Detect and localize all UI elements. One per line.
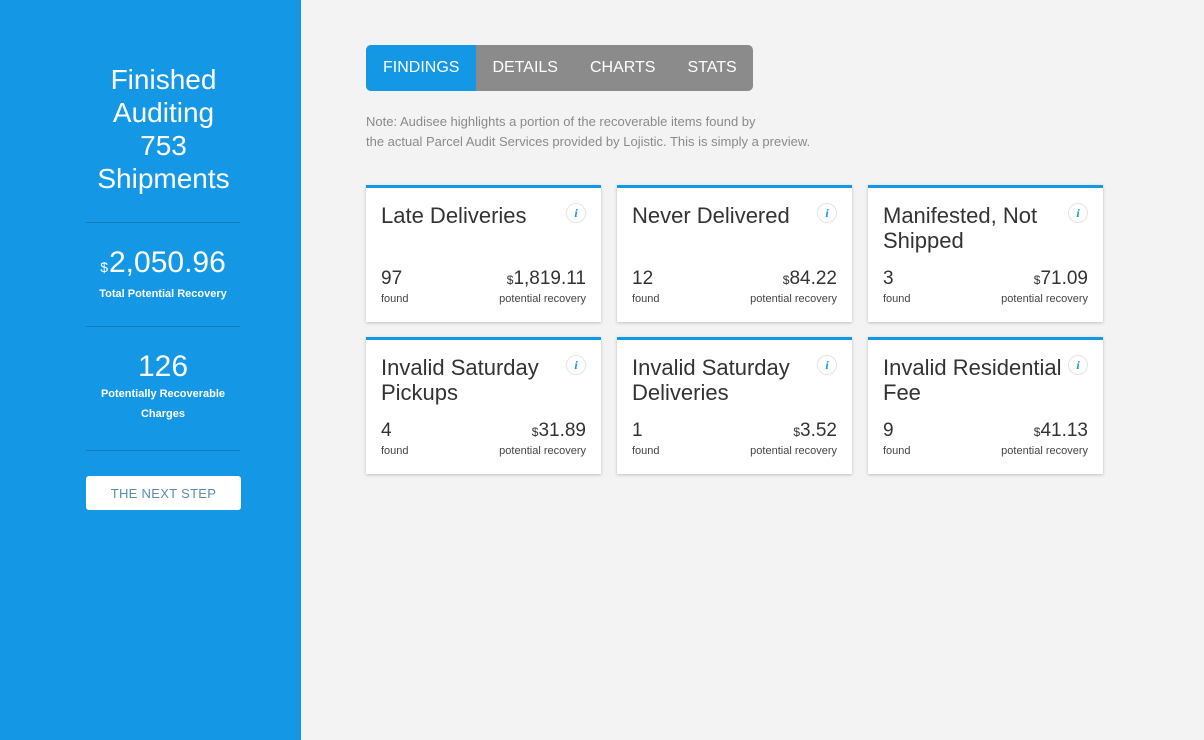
recovery-amount: $3.52 (793, 420, 837, 443)
total-recovery-value: $2,050.96 (86, 246, 240, 284)
recovery-amount: $31.89 (532, 420, 586, 443)
finding-card-invalid-saturday-pickups[interactable]: Invalid Saturday Pickups i 4 found $31.8… (366, 337, 601, 474)
recovery-label: potential recovery (1001, 445, 1088, 457)
found-label: found (381, 445, 409, 457)
total-recovery-amount: 2,050.96 (109, 246, 226, 279)
sidebar-divider (86, 326, 240, 327)
recovery-amount: $84.22 (783, 268, 837, 291)
found-count: 1 (632, 420, 643, 441)
found-label: found (632, 445, 660, 457)
sidebar-divider (86, 222, 240, 223)
found-count: 4 (381, 420, 392, 441)
total-recovery-summary: $2,050.96 Total Potential Recovery (86, 246, 240, 304)
recovery-value: 1,819.11 (513, 268, 586, 289)
recovery-label: potential recovery (750, 445, 837, 457)
info-icon[interactable]: i (817, 203, 837, 223)
card-title-line: Manifested, Not (883, 203, 1038, 228)
found-label: found (883, 293, 911, 305)
currency-symbol: $ (100, 259, 108, 275)
card-title-line: Shipped (883, 228, 964, 253)
found-label: found (883, 445, 911, 457)
recovery-label: potential recovery (499, 445, 586, 457)
recoverable-charges-summary: 126 Potentially Recoverable Charges (86, 350, 240, 424)
card-title: Invalid Saturday Pickups (381, 355, 566, 405)
card-title-line: Late Deliveries (381, 203, 527, 228)
card-title-line: Pickups (381, 380, 459, 405)
card-title: Late Deliveries (381, 203, 566, 228)
recoverable-charges-value: 126 (137, 350, 189, 383)
info-icon[interactable]: i (566, 203, 586, 223)
total-recovery-label: Total Potential Recovery (99, 288, 227, 300)
recovery-amount: $1,819.11 (507, 268, 586, 291)
tab-stats[interactable]: STATS (671, 45, 752, 91)
recoverable-charges-label: Potentially Recoverable Charges (86, 384, 240, 424)
sidebar-divider (86, 450, 240, 451)
sidebar: Finished Auditing 753 Shipments $2,050.9… (0, 0, 301, 740)
currency-symbol: $ (793, 425, 801, 439)
tab-charts[interactable]: CHARTS (574, 45, 672, 91)
recovery-value: 71.09 (1040, 268, 1088, 289)
tab-bar: FINDINGS DETAILS CHARTS STATS (366, 45, 753, 91)
preview-note: Note: Audisee highlights a portion of th… (366, 112, 866, 152)
found-count: 3 (883, 268, 894, 289)
card-title: Invalid Saturday Deliveries (632, 355, 817, 405)
recovery-value: 31.89 (538, 420, 586, 441)
finding-card-never-delivered[interactable]: Never Delivered i 12 found $84.22 potent… (617, 185, 852, 322)
found-count: 12 (632, 268, 654, 289)
tab-findings[interactable]: FINDINGS (366, 45, 477, 91)
card-title-line: Never Delivered (632, 203, 790, 228)
card-title: Never Delivered (632, 203, 817, 228)
finding-card-invalid-residential-fee[interactable]: Invalid Residential Fee i 9 found $41.13… (868, 337, 1103, 474)
card-title: Invalid Residential Fee (883, 355, 1068, 405)
recovery-value: 41.13 (1040, 420, 1088, 441)
recoverable-charges-label-line: Charges (140, 408, 186, 420)
app-root: Finished Auditing 753 Shipments $2,050.9… (0, 0, 1204, 740)
audit-summary-title: Finished Auditing 753 Shipments (0, 63, 327, 195)
audit-title-line: 753 (140, 130, 187, 161)
tab-details[interactable]: DETAILS (476, 45, 574, 91)
info-icon[interactable]: i (817, 355, 837, 375)
info-icon[interactable]: i (566, 355, 586, 375)
audit-title-line: Auditing (112, 97, 215, 128)
audit-title-line: Shipments (97, 163, 230, 194)
found-label: found (632, 293, 660, 305)
card-title-line: Invalid Residential (883, 355, 1062, 380)
recovery-label: potential recovery (1001, 293, 1088, 305)
recovery-label: potential recovery (499, 293, 586, 305)
recovery-value: 84.22 (789, 268, 837, 289)
found-count: 97 (381, 268, 403, 289)
card-title-line: Invalid Saturday (632, 355, 790, 380)
recovery-value: 3.52 (800, 420, 837, 441)
found-count: 9 (883, 420, 894, 441)
preview-note-line: the actual Parcel Audit Services provide… (366, 134, 811, 149)
card-title-line: Invalid Saturday (381, 355, 539, 380)
audit-title-line: Finished (110, 64, 217, 95)
finding-card-late-deliveries[interactable]: Late Deliveries i 97 found $1,819.11 pot… (366, 185, 601, 322)
finding-card-manifested-not-shipped[interactable]: Manifested, Not Shipped i 3 found $71.09… (868, 185, 1103, 322)
info-icon[interactable]: i (1068, 355, 1088, 375)
card-title-line: Fee (883, 380, 921, 405)
info-icon[interactable]: i (1068, 203, 1088, 223)
finding-card-invalid-saturday-deliveries[interactable]: Invalid Saturday Deliveries i 1 found $3… (617, 337, 852, 474)
card-title: Manifested, Not Shipped (883, 203, 1068, 253)
recovery-label: potential recovery (750, 293, 837, 305)
preview-note-line: Note: Audisee highlights a portion of th… (366, 114, 756, 129)
recovery-amount: $41.13 (1034, 420, 1088, 443)
card-title-line: Deliveries (632, 380, 729, 405)
found-label: found (381, 293, 409, 305)
next-step-button[interactable]: THE NEXT STEP (86, 476, 241, 510)
recoverable-charges-label-line: Potentially Recoverable (100, 388, 226, 400)
recovery-amount: $71.09 (1034, 268, 1088, 291)
